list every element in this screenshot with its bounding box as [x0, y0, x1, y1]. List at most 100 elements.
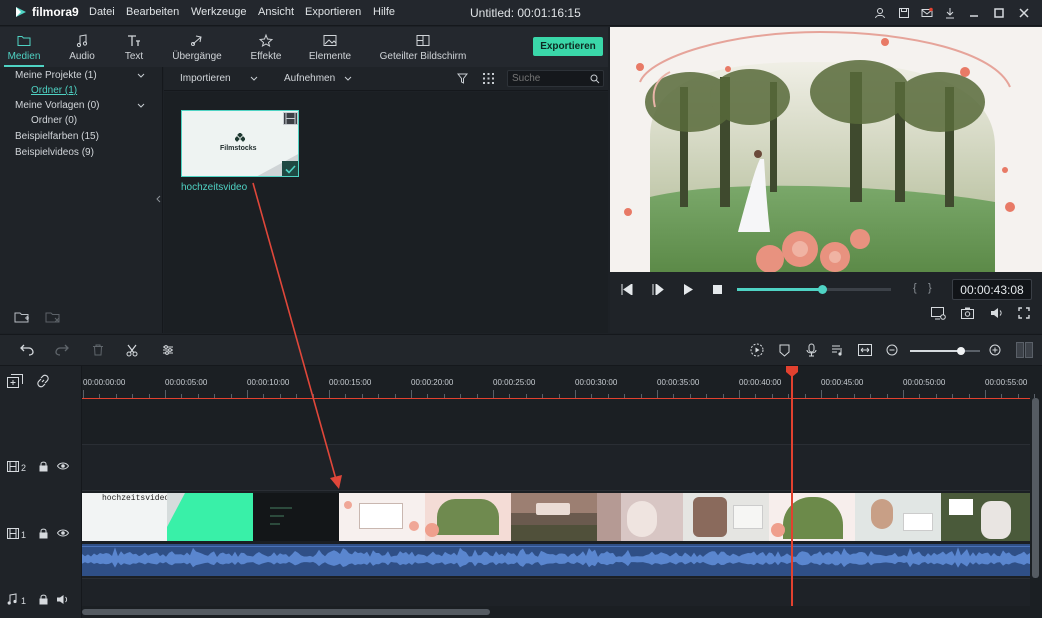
tab-geteilter-bildschirm[interactable]: Geteilter Bildschirm: [376, 27, 470, 67]
text-icon: [128, 34, 140, 46]
lock-icon[interactable]: [39, 461, 48, 472]
close-icon[interactable]: [1014, 4, 1034, 22]
timeline-vertical-scrollbar[interactable]: [1030, 398, 1042, 618]
lock-icon[interactable]: [39, 594, 48, 605]
video-clip[interactable]: [683, 493, 769, 541]
video-clip[interactable]: hochzeitsvideo: [82, 493, 167, 541]
link-icon[interactable]: [36, 374, 50, 388]
video-clip[interactable]: [855, 493, 941, 541]
video-clip[interactable]: [339, 493, 425, 541]
menu-ansicht[interactable]: Ansicht: [258, 6, 294, 18]
import-dropdown[interactable]: Importieren: [180, 73, 231, 84]
tab-uebergaenge[interactable]: Übergänge: [167, 27, 227, 67]
menu-bearbeiten[interactable]: Bearbeiten: [126, 6, 179, 18]
play-icon[interactable]: [683, 284, 693, 295]
tree-item-meine-vorlagen[interactable]: Meine Vorlagen (0): [15, 100, 100, 111]
voiceover-icon[interactable]: [831, 344, 844, 356]
tab-text[interactable]: Text: [116, 27, 152, 67]
playhead-handle-icon[interactable]: [786, 366, 798, 377]
eye-icon[interactable]: [57, 462, 69, 470]
speaker-icon[interactable]: [56, 594, 69, 605]
timeline-horizontal-scrollbar[interactable]: [82, 606, 1030, 618]
undo-icon[interactable]: [20, 344, 34, 356]
adjust-icon[interactable]: [162, 344, 174, 356]
playback-progress[interactable]: [737, 285, 891, 294]
horizontal-scroll-thumb[interactable]: [82, 609, 490, 615]
render-preview-icon[interactable]: [931, 307, 946, 320]
save-icon[interactable]: [894, 4, 914, 22]
record-dropdown[interactable]: Aufnehmen: [284, 73, 335, 84]
tree-item-beispielvideos[interactable]: Beispielvideos (9): [15, 147, 94, 158]
delete-icon[interactable]: [92, 344, 104, 356]
render-icon[interactable]: [750, 343, 764, 357]
zoom-out-icon[interactable]: [886, 344, 898, 356]
tree-item-ordner-1[interactable]: Ordner (1): [31, 85, 77, 96]
chevron-down-icon[interactable]: [137, 73, 145, 79]
chevron-down-icon: [344, 76, 352, 81]
cut-icon[interactable]: [126, 344, 138, 357]
maximize-icon[interactable]: [989, 4, 1009, 22]
fullscreen-icon[interactable]: [1018, 307, 1030, 319]
timeline-ruler[interactable]: 00:00:00:00 00:00:05:00 00:00:10:00 00:00:1…: [82, 366, 1042, 398]
audio-track-1: [82, 578, 1030, 606]
search-box[interactable]: [507, 70, 604, 87]
add-track-icon[interactable]: [7, 374, 23, 388]
panel-layout-icon[interactable]: [1016, 342, 1033, 358]
tab-effekte[interactable]: Effekte: [244, 27, 288, 67]
search-icon[interactable]: [590, 74, 600, 84]
video-clip[interactable]: [597, 493, 683, 541]
tree-item-meine-projekte[interactable]: Meine Projekte (1): [15, 70, 97, 81]
music-note-icon: [76, 33, 88, 47]
tree-item-beispielfarben[interactable]: Beispielfarben (15): [15, 131, 99, 142]
export-button[interactable]: Exportieren: [533, 37, 603, 56]
title-bar: filmora9 Datei Bearbeiten Werkzeuge Ansi…: [0, 0, 1042, 26]
menu-exportieren[interactable]: Exportieren: [305, 6, 361, 18]
zoom-in-icon[interactable]: [989, 344, 1001, 356]
account-icon[interactable]: [870, 4, 890, 22]
video-clip[interactable]: [253, 493, 339, 541]
grid-view-icon[interactable]: [483, 73, 494, 84]
tab-elemente[interactable]: Elemente: [306, 27, 354, 67]
microphone-icon[interactable]: [806, 343, 817, 357]
video-clip[interactable]: [167, 493, 253, 541]
minimize-icon[interactable]: [964, 4, 984, 22]
zoom-slider-knob[interactable]: [957, 347, 966, 355]
video-clip[interactable]: [941, 493, 1030, 541]
menu-werkzeuge[interactable]: Werkzeuge: [191, 6, 246, 18]
vertical-scroll-thumb[interactable]: [1032, 398, 1039, 578]
volume-icon[interactable]: [990, 307, 1003, 319]
tab-medien[interactable]: Medien: [4, 27, 44, 67]
previous-frame-icon[interactable]: [621, 284, 633, 295]
mark-in-icon[interactable]: {: [913, 282, 917, 294]
menu-datei[interactable]: Datei: [89, 6, 115, 18]
new-folder-icon[interactable]: [14, 310, 30, 324]
timeline-zoom-slider[interactable]: [910, 347, 980, 355]
filter-icon[interactable]: [457, 73, 468, 84]
eye-icon[interactable]: [57, 529, 69, 537]
tree-item-ordner-0[interactable]: Ordner (0): [31, 115, 77, 126]
collapse-panel-icon[interactable]: [156, 195, 161, 203]
download-icon[interactable]: [940, 4, 960, 22]
video-clip[interactable]: [769, 493, 855, 541]
playhead-line[interactable]: [791, 366, 793, 608]
search-input[interactable]: [512, 72, 588, 85]
menu-hilfe[interactable]: Hilfe: [373, 6, 395, 18]
chevron-down-icon[interactable]: [137, 103, 145, 109]
tab-audio[interactable]: Audio: [62, 27, 102, 67]
play-pause-icon[interactable]: [652, 284, 664, 295]
media-thumbnail[interactable]: Filmstocks: [181, 110, 299, 177]
delete-folder-icon[interactable]: [45, 310, 61, 324]
video-clip[interactable]: [511, 493, 597, 541]
marker-icon[interactable]: [779, 344, 790, 357]
video-clip[interactable]: [425, 493, 511, 541]
lock-icon[interactable]: [39, 528, 48, 539]
redo-icon[interactable]: [55, 344, 69, 356]
stop-icon[interactable]: [713, 285, 722, 294]
empty-track: [82, 398, 1030, 444]
playback-scrubber[interactable]: [817, 285, 827, 294]
snapshot-icon[interactable]: [961, 307, 974, 319]
zoom-fit-icon[interactable]: [858, 344, 872, 356]
mark-out-icon[interactable]: }: [928, 282, 932, 294]
audio-waveform-track[interactable]: [82, 542, 1030, 578]
mail-icon[interactable]: [917, 4, 937, 22]
